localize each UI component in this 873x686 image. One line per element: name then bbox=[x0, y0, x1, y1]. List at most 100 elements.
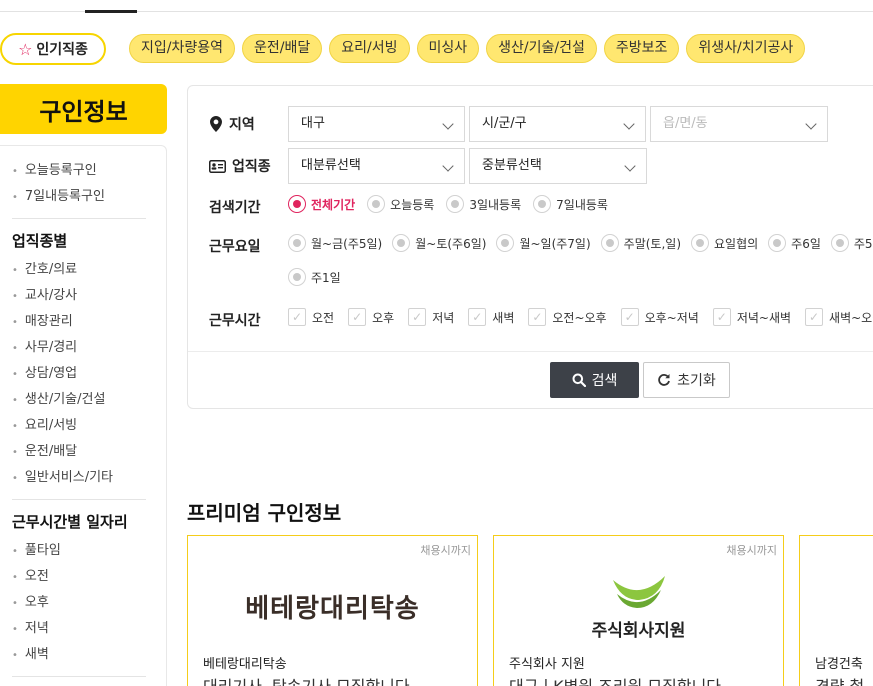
days-option-label: 월~일(주7일) bbox=[519, 236, 591, 251]
sidebar-section-job-type: 업직종별 bbox=[12, 232, 68, 250]
sidebar-item-jobtype[interactable]: 간호/의료 bbox=[12, 257, 152, 283]
period-label: 검색기간 bbox=[209, 200, 261, 216]
popular-chip[interactable]: 주방보조 bbox=[603, 34, 680, 63]
region-row-label: 지역 bbox=[209, 114, 255, 134]
days-option-label: 주1일 bbox=[311, 270, 341, 285]
sidebar-section-hours: 근무시간별 일자리 bbox=[12, 513, 128, 531]
period-radio-all[interactable] bbox=[288, 195, 306, 213]
reset-button-label: 초기화 bbox=[677, 373, 716, 389]
time-checkbox[interactable]: ✓ bbox=[528, 308, 547, 326]
chevron-down-icon bbox=[442, 118, 454, 130]
region-district-value: 시/군/구 bbox=[482, 116, 527, 131]
sidebar-item-hours[interactable]: 저녁 bbox=[12, 616, 152, 642]
company-logo-text: 베테랑대리탁송 bbox=[245, 594, 420, 624]
panel-divider bbox=[188, 351, 873, 352]
region-city-select[interactable]: 대구 bbox=[288, 106, 465, 142]
days-radio[interactable] bbox=[496, 234, 515, 252]
days-option-label: 월~토(주6일) bbox=[415, 236, 487, 251]
card-description: 대리기사, 탁송기사 모집합니다 bbox=[203, 673, 410, 686]
card-deadline: 채용시까지 bbox=[726, 544, 777, 557]
search-button[interactable]: 검색 bbox=[550, 362, 639, 398]
time-checkbox[interactable]: ✓ bbox=[805, 308, 824, 326]
sidebar-item-hours[interactable]: 풀타임 bbox=[12, 538, 152, 564]
period-radio-3days[interactable] bbox=[446, 195, 465, 213]
period-option-label: 오늘등록 bbox=[390, 197, 435, 212]
popular-chip[interactable]: 위생사/치기공사 bbox=[686, 34, 806, 63]
days-radio[interactable] bbox=[288, 268, 306, 286]
days-radio[interactable] bbox=[768, 234, 787, 252]
premium-section-title: 프리미엄 구인정보 bbox=[187, 501, 342, 525]
days-options-row2: 주1일 bbox=[288, 268, 341, 286]
sidebar-item-jobtype[interactable]: 일반서비스/기타 bbox=[12, 465, 152, 491]
jobtype-minor-value: 중분류선택 bbox=[482, 158, 542, 173]
chevron-down-icon bbox=[624, 160, 636, 172]
jobtype-minor-select[interactable]: 중분류선택 bbox=[469, 148, 647, 184]
period-radio-today[interactable] bbox=[367, 195, 386, 213]
sidebar-item-jobtype[interactable]: 생산/기술/건설 bbox=[12, 387, 152, 413]
sidebar-item-hours[interactable]: 오전 bbox=[12, 564, 152, 590]
sidebar-item-jobtype[interactable]: 운전/배달 bbox=[12, 439, 152, 465]
sidebar-item-jobtype[interactable]: 상담/영업 bbox=[12, 361, 152, 387]
time-checkbox[interactable]: ✓ bbox=[712, 308, 731, 326]
premium-card[interactable]: 채용시까지 주식회사지원 주식회사 지원 대구ㅣK병원 조리원 모집합니다 bbox=[493, 535, 784, 686]
days-radio[interactable] bbox=[600, 234, 619, 252]
sidebar-item-jobtype[interactable]: 요리/서빙 bbox=[12, 413, 152, 439]
jobtype-row-label: 업직종 bbox=[209, 156, 271, 176]
days-option-label: 주말(토,일) bbox=[623, 236, 681, 251]
region-town-select[interactable]: 읍/면/동 bbox=[650, 106, 828, 142]
sidebar-item-jobtype[interactable]: 매장관리 bbox=[12, 309, 152, 335]
company-logo-text: 주식회사지원 bbox=[591, 621, 686, 641]
sidebar-item-jobtype[interactable]: 사무/경리 bbox=[12, 335, 152, 361]
popular-jobs-badge[interactable]: ☆ 인기직종 bbox=[0, 33, 106, 65]
days-options: 월~금(주5일) 월~토(주6일) 월~일(주7일) 주말(토,일) 요일협의 … bbox=[288, 234, 873, 252]
popular-chip[interactable]: 운전/배달 bbox=[242, 34, 323, 63]
premium-card[interactable]: 남경건축 경량 철 bbox=[799, 535, 873, 686]
time-option-label: 새벽~오전 bbox=[829, 310, 873, 325]
jobtype-major-select[interactable]: 대분류선택 bbox=[288, 148, 465, 184]
days-radio[interactable] bbox=[288, 234, 306, 252]
sidebar-item-today[interactable]: 오늘등록구인 bbox=[12, 158, 152, 184]
card-deadline: 채용시까지 bbox=[420, 544, 471, 557]
sidebar-item-hours[interactable]: 오후 bbox=[12, 590, 152, 616]
popular-chip[interactable]: 지입/차량용역 bbox=[129, 34, 235, 63]
days-label: 근무요일 bbox=[209, 239, 261, 255]
region-label: 지역 bbox=[229, 117, 255, 133]
period-option-label: 7일내등록 bbox=[556, 197, 608, 212]
days-radio[interactable] bbox=[392, 234, 411, 252]
time-checkbox[interactable]: ✓ bbox=[620, 308, 639, 326]
sidebar-item-jobtype[interactable]: 교사/강사 bbox=[12, 283, 152, 309]
time-checkbox[interactable]: ✓ bbox=[468, 308, 487, 326]
reset-button[interactable]: 초기화 bbox=[643, 362, 730, 398]
card-company: 베테랑대리탁송 bbox=[203, 657, 287, 672]
popular-chip[interactable]: 미싱사 bbox=[416, 34, 480, 63]
popular-chip[interactable]: 생산/기술/건설 bbox=[486, 34, 597, 63]
sidebar-item-7days[interactable]: 7일내등록구인 bbox=[12, 184, 152, 210]
time-option-label: 오후~저녁 bbox=[644, 310, 699, 325]
premium-card[interactable]: 채용시까지 베테랑대리탁송 베테랑대리탁송 대리기사, 탁송기사 모집합니다 bbox=[187, 535, 478, 686]
sidebar-divider bbox=[12, 218, 146, 219]
star-icon: ☆ bbox=[18, 39, 33, 59]
card-company: 남경건축 bbox=[815, 657, 863, 672]
sidebar-divider bbox=[12, 499, 146, 500]
time-checkbox[interactable]: ✓ bbox=[288, 308, 306, 326]
leaf-logo-icon bbox=[612, 576, 665, 608]
jobtype-label: 업직종 bbox=[232, 159, 271, 175]
days-radio[interactable] bbox=[691, 234, 709, 252]
days-radio[interactable] bbox=[830, 234, 849, 252]
region-city-value: 대구 bbox=[301, 116, 325, 131]
days-option-label: 주5일 bbox=[853, 236, 873, 251]
time-checkbox[interactable]: ✓ bbox=[348, 308, 367, 326]
time-checkbox[interactable]: ✓ bbox=[408, 308, 427, 326]
region-district-select[interactable]: 시/군/구 bbox=[469, 106, 646, 142]
time-option-label: 오전~오후 bbox=[552, 310, 607, 325]
card-description: 대구ㅣK병원 조리원 모집합니다 bbox=[509, 673, 721, 686]
sidebar-item-hours[interactable]: 새벽 bbox=[12, 642, 152, 668]
id-card-icon bbox=[209, 159, 226, 173]
time-option-label: 새벽 bbox=[492, 310, 515, 325]
jobtype-major-value: 대분류선택 bbox=[301, 158, 361, 173]
popular-chip[interactable]: 요리/서빙 bbox=[329, 34, 410, 63]
card-description: 경량 철 bbox=[815, 673, 864, 686]
period-radio-7days[interactable] bbox=[533, 195, 552, 213]
time-options: ✓ 오전 ✓ 오후 ✓ 저녁 ✓ 새벽 ✓ 오전~오후 ✓ 오후~저녁 ✓ 저녁… bbox=[288, 308, 873, 326]
chevron-down-icon bbox=[623, 118, 635, 130]
